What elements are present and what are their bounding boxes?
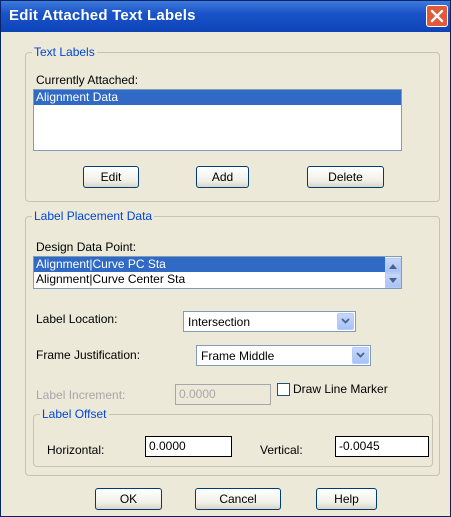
list-item-label: Alignment|Curve PC Sta [36, 257, 166, 271]
list-item-label: Alignment|Curve Center Sta [36, 272, 186, 286]
window-title: Edit Attached Text Labels [9, 7, 196, 24]
horizontal-label: Horizontal: [47, 443, 105, 457]
horizontal-offset-input[interactable]: 0.0000 [145, 436, 232, 457]
design-data-point-label: Design Data Point: [36, 240, 137, 254]
frame-justification-value: Frame Middle [201, 349, 275, 363]
vertical-label: Vertical: [260, 443, 303, 457]
design-data-point-list[interactable]: Alignment|Curve PC Sta Alignment|Curve C… [33, 256, 402, 289]
label-location-dropdown-button[interactable] [337, 313, 354, 330]
list-item-label: Alignment Data [36, 90, 119, 104]
edit-attached-text-labels-dialog: Edit Attached Text Labels Text Labels Cu… [0, 0, 451, 517]
draw-line-marker-checkbox[interactable] [277, 383, 290, 396]
frame-justification-dropdown-button[interactable] [352, 347, 369, 364]
ok-button[interactable]: OK [95, 488, 162, 510]
currently-attached-label: Currently Attached: [36, 73, 139, 87]
frame-justification-label: Frame Justification: [36, 348, 141, 362]
vertical-scrollbar[interactable] [385, 257, 401, 288]
scroll-down-button[interactable] [385, 273, 401, 288]
text-labels-legend: Text Labels [34, 45, 95, 59]
arrow-up-icon [389, 264, 397, 269]
list-item[interactable]: Alignment|Curve PC Sta [34, 257, 401, 272]
label-increment-input[interactable]: 0.0000 [175, 384, 271, 405]
label-offset-legend: Label Offset [42, 407, 107, 421]
close-icon [430, 9, 444, 23]
draw-line-marker-label[interactable]: Draw Line Marker [293, 382, 388, 396]
arrow-down-icon [389, 278, 397, 283]
vertical-offset-input[interactable]: -0.0045 [335, 436, 429, 457]
close-button[interactable] [426, 5, 448, 27]
label-increment-label: Label Increment: [36, 388, 126, 402]
scroll-up-button[interactable] [385, 258, 401, 273]
delete-button[interactable]: Delete [307, 166, 384, 188]
title-bar[interactable]: Edit Attached Text Labels [1, 1, 450, 32]
help-button[interactable]: Help [316, 488, 377, 510]
label-location-select[interactable]: Intersection [183, 311, 356, 332]
chevron-down-icon [341, 318, 350, 324]
chevron-down-icon [356, 352, 365, 358]
list-item[interactable]: Alignment|Curve Center Sta [34, 272, 401, 287]
label-location-value: Intersection [188, 315, 251, 329]
label-location-label: Label Location: [36, 312, 118, 326]
cancel-button[interactable]: Cancel [195, 488, 281, 510]
edit-button[interactable]: Edit [83, 166, 139, 188]
frame-justification-select[interactable]: Frame Middle [196, 345, 371, 366]
add-button[interactable]: Add [196, 166, 249, 188]
attached-labels-list[interactable]: Alignment Data [33, 89, 402, 151]
label-placement-legend: Label Placement Data [34, 209, 153, 223]
list-item[interactable]: Alignment Data [34, 90, 401, 105]
